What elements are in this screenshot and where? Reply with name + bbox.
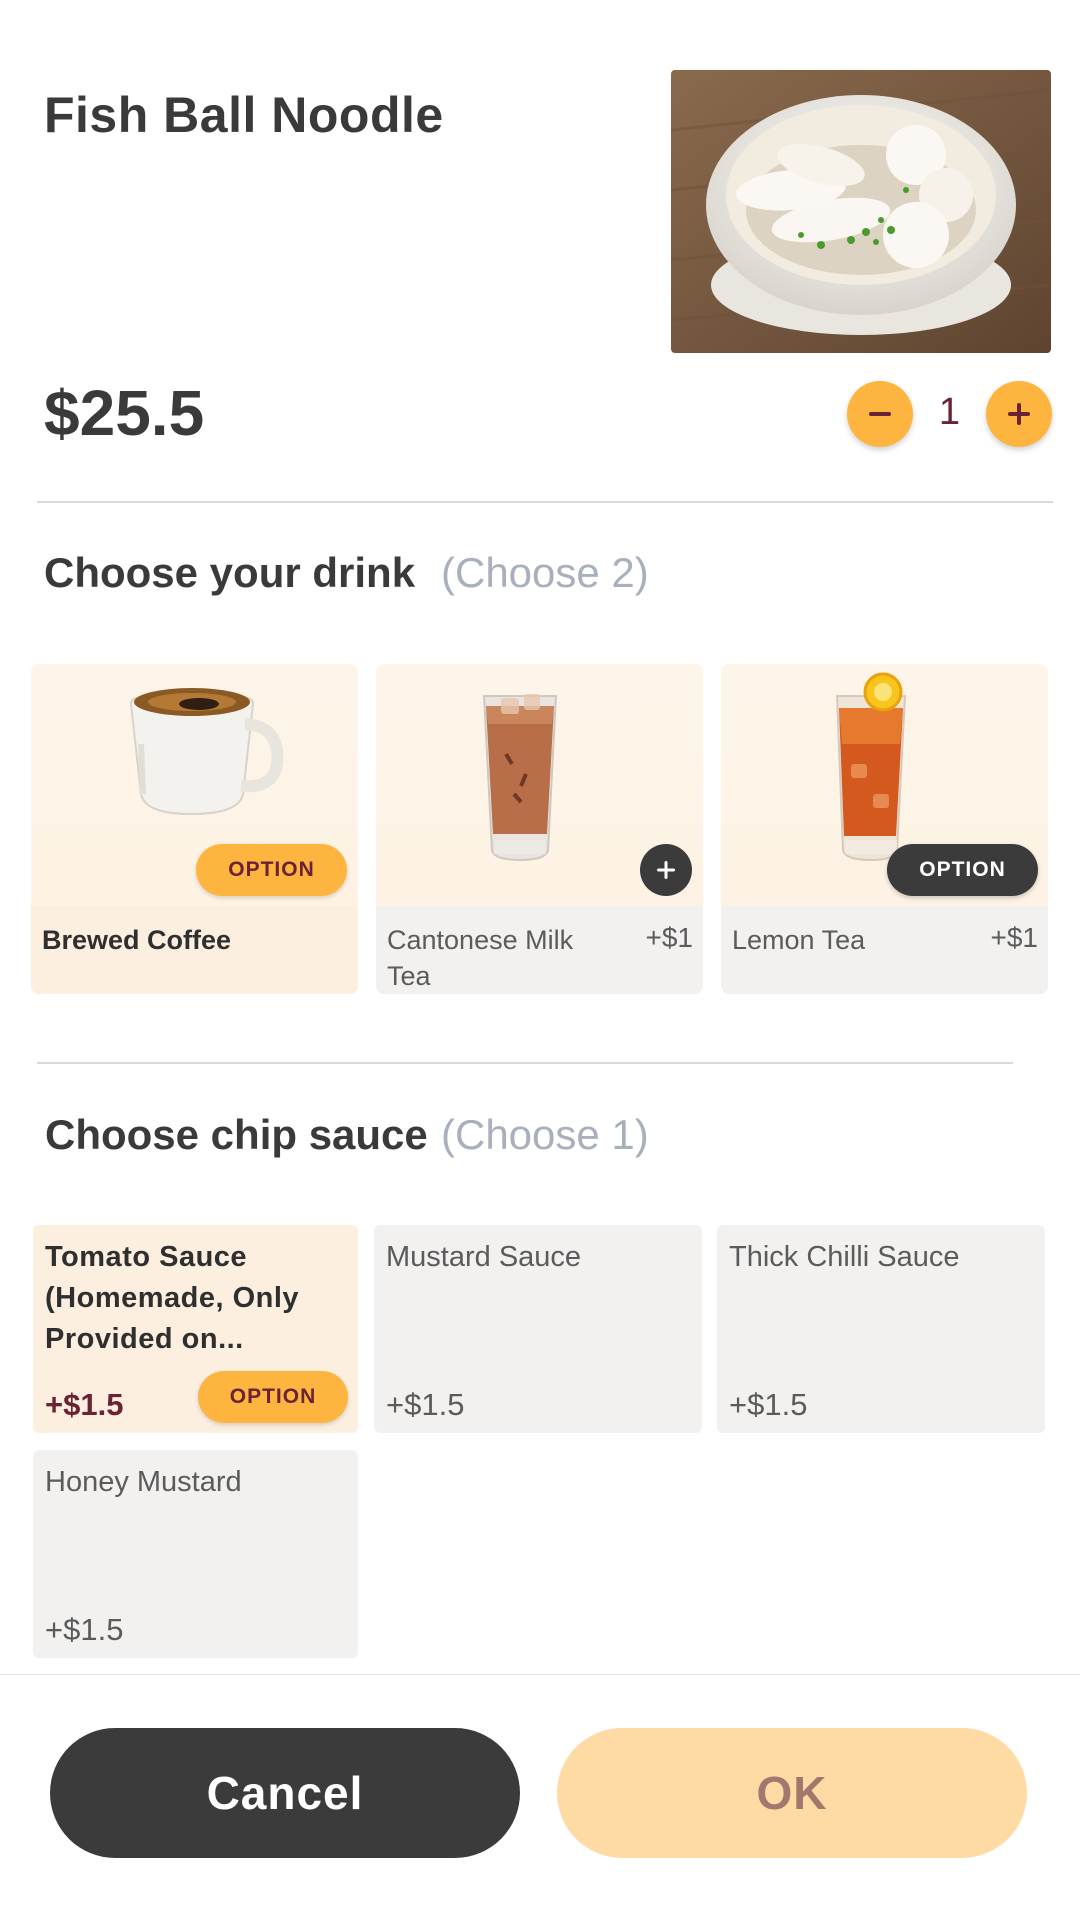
sauce-name: Mustard Sauce	[386, 1241, 582, 1273]
sauce-name: Tomato Sauce (Homemade, Only Provided on…	[45, 1241, 300, 1355]
quantity-stepper: 1	[847, 381, 1052, 447]
drink-addon-price: +$1	[645, 922, 694, 953]
option-badge: OPTION	[198, 1371, 348, 1423]
ok-button[interactable]: OK	[557, 1728, 1027, 1858]
sauce-card-mustard[interactable]: Mustard Sauce +$1.5	[374, 1225, 702, 1433]
plus-icon	[657, 861, 675, 879]
drink-section-hint: (Choose 2)	[441, 549, 649, 596]
product-price: $25.5	[44, 377, 205, 449]
decrease-quantity-button[interactable]	[847, 381, 913, 447]
option-badge: OPTION	[887, 844, 1038, 896]
drink-name: Cantonese Milk Tea	[387, 925, 574, 991]
sauce-name: Thick Chilli Sauce	[729, 1241, 960, 1273]
drink-name: Lemon Tea	[732, 925, 866, 955]
divider	[37, 501, 1053, 503]
sauce-card-thick-chilli[interactable]: Thick Chilli Sauce +$1.5	[717, 1225, 1045, 1433]
drink-name: Brewed Coffee	[42, 925, 232, 955]
sauce-price: +$1.5	[729, 1387, 808, 1422]
product-image	[671, 70, 1051, 353]
drink-addon-price: +$1	[990, 922, 1039, 953]
product-option-page: Fish Ball Noodle $25.5 1 Choose your dri…	[0, 0, 1080, 1920]
sauce-section-hint: (Choose 1)	[441, 1111, 649, 1158]
drink-card-lemon-tea[interactable]: OPTION Lemon Tea +$1	[721, 664, 1048, 994]
product-title: Fish Ball Noodle	[44, 87, 444, 143]
sauce-price: +$1.5	[386, 1387, 465, 1422]
increase-quantity-button[interactable]	[986, 381, 1052, 447]
drink-card-brewed-coffee[interactable]: OPTION Brewed Coffee	[31, 664, 358, 994]
sauce-name: Honey Mustard	[45, 1466, 242, 1498]
sauce-section-title: Choose chip sauce	[45, 1111, 428, 1158]
drink-section-title: Choose your drink	[44, 549, 416, 596]
quantity-value: 1	[938, 391, 961, 433]
footer-divider	[0, 1674, 1080, 1675]
plus-icon	[1008, 403, 1030, 425]
option-badge: OPTION	[196, 844, 347, 896]
drink-card-cantonese-milk-tea[interactable]: Cantonese Milk Tea +$1	[376, 664, 703, 994]
sauce-card-tomato[interactable]: Tomato Sauce (Homemade, Only Provided on…	[33, 1225, 358, 1433]
divider	[37, 1062, 1013, 1064]
add-drink-button[interactable]	[640, 844, 692, 896]
sauce-card-honey-mustard[interactable]: Honey Mustard +$1.5	[33, 1450, 358, 1658]
minus-icon	[869, 412, 891, 416]
sauce-price: +$1.5	[45, 1387, 124, 1422]
sauce-price: +$1.5	[45, 1612, 124, 1647]
cancel-button[interactable]: Cancel	[50, 1728, 520, 1858]
